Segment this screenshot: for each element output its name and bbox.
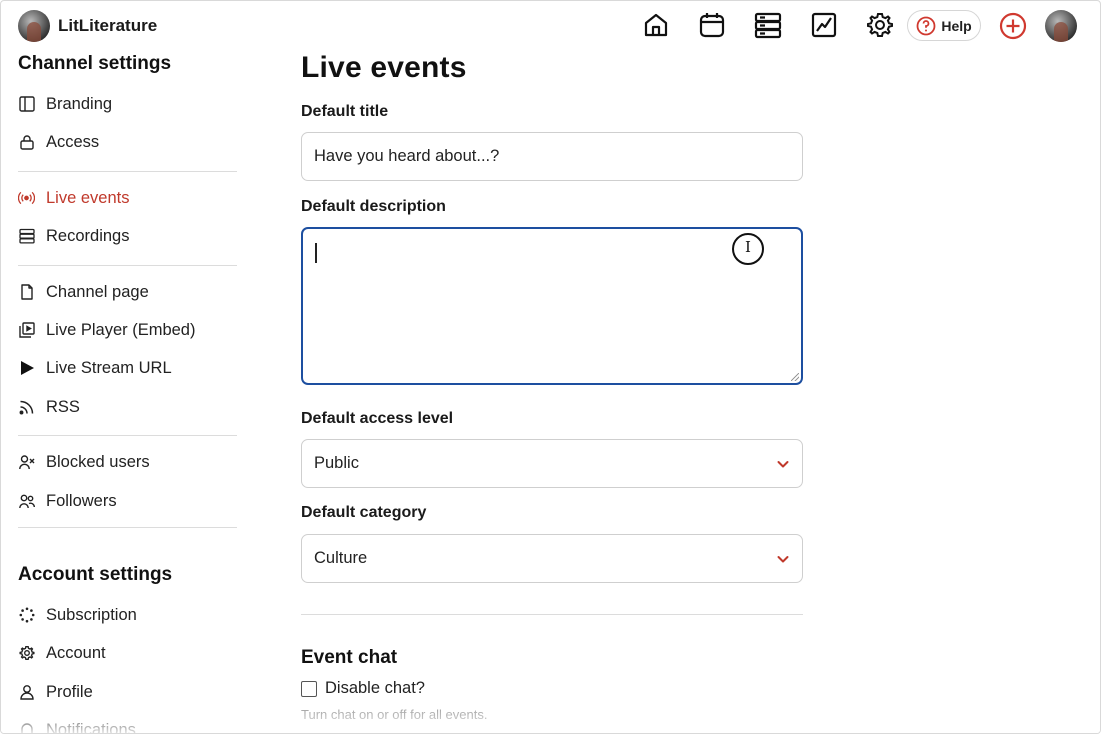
brand[interactable]: LitLiterature: [18, 10, 157, 42]
sidebar-item-label: RSS: [46, 397, 80, 416]
sidebar-item-recordings[interactable]: Recordings: [18, 223, 129, 249]
server-icon: [18, 228, 35, 245]
sidebar-item-label: Channel page: [46, 282, 149, 301]
sidebar-item-profile[interactable]: Profile: [18, 679, 93, 705]
sidebar-item-account[interactable]: Account: [18, 640, 106, 666]
server-icon[interactable]: [753, 10, 783, 40]
help-button[interactable]: Help: [907, 10, 981, 41]
text-cursor-icon: [732, 233, 764, 265]
sidebar-item-label: Profile: [46, 682, 93, 701]
divider: [18, 265, 237, 266]
play-icon: [18, 360, 35, 377]
layout-icon: [18, 96, 35, 113]
sidebar-item-label: Recordings: [46, 226, 130, 245]
divider: [18, 171, 237, 172]
default-category-select[interactable]: Culture: [301, 534, 803, 583]
dots-circle-icon: [18, 607, 35, 624]
sidebar-item-live-events[interactable]: Live events: [18, 185, 129, 211]
sidebar-item-channel-page[interactable]: Channel page: [18, 279, 149, 305]
disable-chat-hint: Turn chat on or off for all events.: [301, 707, 488, 722]
disable-chat-checkbox[interactable]: [301, 680, 317, 697]
sidebar-item-label: Notifications: [46, 720, 136, 734]
lock-icon: [18, 134, 35, 151]
home-icon[interactable]: [641, 10, 671, 40]
sidebar-item-blocked-users[interactable]: Blocked users: [18, 449, 150, 475]
user-x-icon: [18, 454, 35, 471]
sidebar-item-label: Access: [46, 132, 100, 151]
sidebar-item-label: Subscription: [46, 605, 137, 624]
user-avatar[interactable]: [1045, 10, 1077, 42]
sidebar-item-branding[interactable]: Branding: [18, 91, 112, 117]
default-title-label: Default title: [301, 103, 389, 120]
users-icon: [18, 493, 35, 510]
help-icon: [916, 16, 936, 35]
text-caret: [315, 243, 317, 263]
analytics-icon[interactable]: [809, 10, 839, 40]
sidebar-item-followers[interactable]: Followers: [18, 488, 117, 514]
sidebar-item-label: Blocked users: [46, 452, 150, 471]
plus-circle-icon[interactable]: [999, 12, 1027, 40]
broadcast-icon: [18, 190, 35, 207]
section-divider: [301, 614, 803, 615]
default-title-input[interactable]: Have you heard about...?: [301, 132, 803, 181]
brand-name: LitLiterature: [58, 16, 158, 35]
default-title-value: Have you heard about...?: [314, 147, 500, 165]
file-icon: [18, 284, 35, 301]
default-description-label: Default description: [301, 198, 446, 215]
sidebar-item-label: Followers: [46, 491, 117, 510]
page-title: Live events: [301, 51, 467, 84]
default-category-value: Culture: [314, 549, 368, 567]
sidebar-item-label: Branding: [46, 94, 113, 113]
user-icon: [18, 684, 35, 701]
sidebar-item-notifications[interactable]: Notifications: [18, 717, 136, 734]
default-description-textarea[interactable]: [301, 227, 803, 385]
bell-icon: [18, 722, 35, 733]
app-window: LitLiterature Help Channel settings Bran…: [0, 0, 1101, 734]
top-bar: LitLiterature Help: [1, 1, 1100, 49]
calendar-icon[interactable]: [697, 10, 727, 40]
sidebar-item-subscription[interactable]: Subscription: [18, 602, 137, 628]
divider: [18, 435, 237, 436]
sidebar-item-live-stream-url[interactable]: Live Stream URL: [18, 355, 172, 381]
sidebar-item-label: Live Stream URL: [46, 358, 172, 377]
default-access-value: Public: [314, 454, 359, 472]
sidebar-item-rss[interactable]: RSS: [18, 394, 80, 420]
channel-avatar: [18, 10, 50, 42]
default-category-label: Default category: [301, 504, 427, 521]
event-chat-title: Event chat: [301, 647, 398, 668]
default-access-label: Default access level: [301, 410, 454, 427]
embed-icon: [18, 322, 35, 339]
resize-handle[interactable]: [791, 373, 799, 381]
sidebar: Channel settings Branding Access Live ev…: [1, 49, 261, 734]
sidebar-item-access[interactable]: Access: [18, 129, 99, 155]
default-access-select[interactable]: Public: [301, 439, 803, 488]
top-nav-icons: [641, 10, 921, 40]
rss-icon: [18, 399, 35, 416]
sidebar-item-live-player[interactable]: Live Player (Embed): [18, 317, 195, 343]
chevron-down-icon: [777, 460, 789, 467]
sidebar-item-label: Live Player (Embed): [46, 320, 196, 339]
gear-icon[interactable]: [865, 10, 895, 40]
channel-settings-title: Channel settings: [18, 53, 172, 74]
disable-chat-label: Disable chat?: [325, 679, 425, 697]
account-settings-title: Account settings: [18, 564, 173, 585]
gear-icon: [18, 645, 35, 662]
help-label: Help: [941, 17, 972, 34]
sidebar-item-label: Live events: [46, 188, 130, 207]
chevron-down-icon: [777, 555, 789, 562]
divider: [18, 527, 237, 528]
disable-chat-checkbox-row[interactable]: Disable chat?: [301, 679, 425, 698]
sidebar-item-label: Account: [46, 643, 106, 662]
